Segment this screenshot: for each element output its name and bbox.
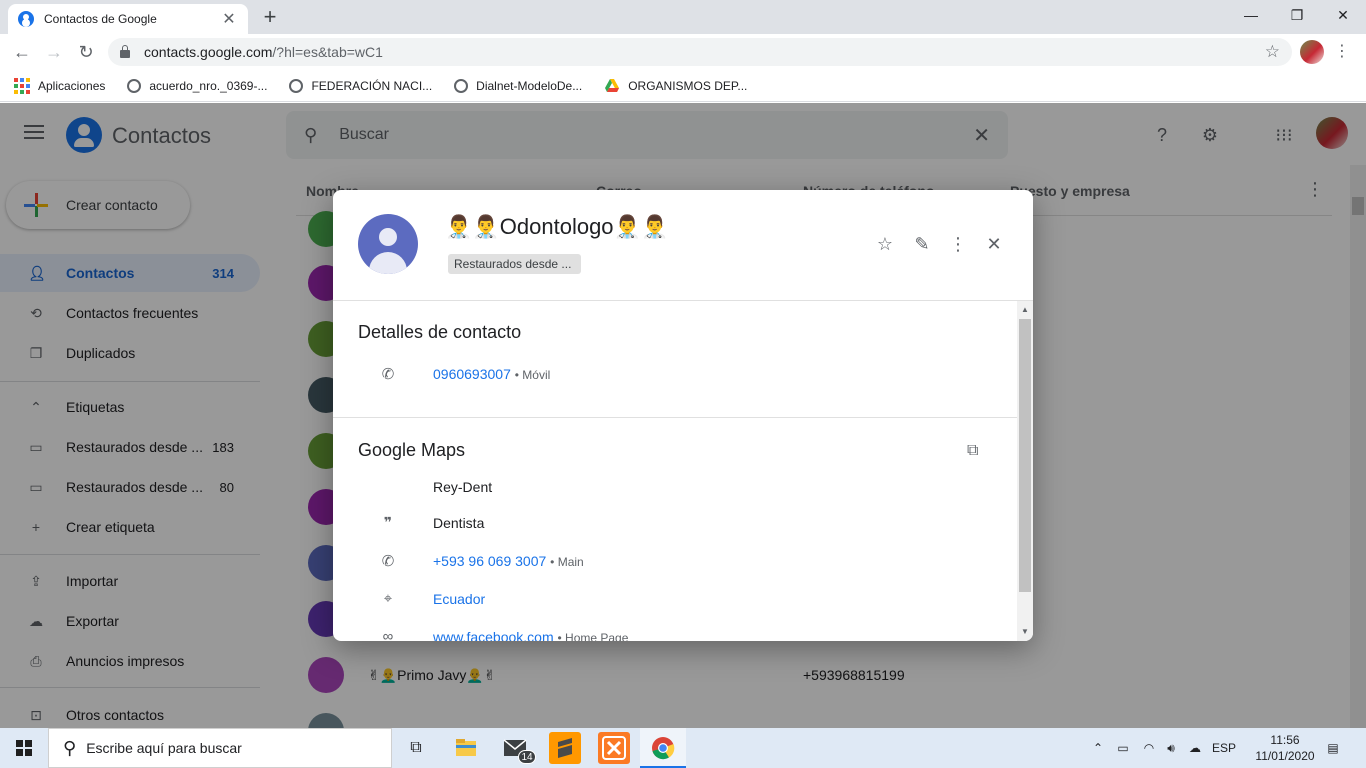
- maps-phone-link[interactable]: +593 96 069 3007: [433, 553, 546, 569]
- quote-icon: ❞: [383, 514, 393, 530]
- phone-icon: ✆: [381, 553, 395, 570]
- clock-time: 11:56: [1270, 733, 1300, 747]
- star-icon[interactable]: ☆: [873, 232, 897, 256]
- contact-name-heading: 👨‍⚕️👨‍⚕️Odontologo👨‍⚕️👨‍⚕️: [445, 214, 669, 239]
- volume-icon[interactable]: 🔊︎: [1160, 728, 1182, 768]
- section-heading-contact-details: Detalles de contacto: [358, 322, 522, 342]
- dialog-scrollbar-thumb[interactable]: [1019, 319, 1031, 592]
- label-chip[interactable]: Restaurados desde ...: [448, 254, 581, 274]
- forward-arrow-icon[interactable]: →: [42, 40, 66, 64]
- bookmark-label: FEDERACIÓN NACI...: [311, 78, 433, 93]
- taskbar-search-input[interactable]: ⚲ Escribe aquí para buscar: [48, 728, 392, 768]
- start-button[interactable]: [0, 728, 48, 768]
- dialog-scrollbar[interactable]: ▲ ▼: [1017, 301, 1033, 641]
- bookmark-label: Aplicaciones: [38, 78, 106, 93]
- contact-phone-row: 0960693007 • Móvil: [433, 366, 550, 382]
- phone-icon: ✆: [381, 366, 395, 383]
- tab-strip: Contactos de Google ✕ + — ❐ ✕: [0, 0, 1366, 34]
- task-view-icon[interactable]: ⧉: [400, 732, 432, 764]
- bookmark-label: Dialnet-ModeloDe...: [476, 78, 583, 93]
- system-clock[interactable]: 11:56 11/01/2020: [1246, 732, 1324, 764]
- file-explorer-icon[interactable]: [450, 732, 482, 764]
- bookmark-apps[interactable]: Aplicaciones: [14, 77, 106, 94]
- location-pin-icon: ⌖: [383, 590, 393, 607]
- maps-website-link[interactable]: www.facebook.com: [433, 629, 554, 641]
- edit-pencil-icon[interactable]: ✎: [910, 232, 934, 256]
- link-icon: ∞: [382, 628, 394, 641]
- bookmark-star-icon[interactable]: ☆: [1265, 42, 1280, 62]
- url-path: /?hl=es&tab=wC1: [272, 44, 383, 60]
- search-icon: ⚲: [63, 737, 77, 758]
- mail-icon[interactable]: 14: [500, 732, 536, 764]
- contacts-favicon-icon: [18, 11, 34, 27]
- contact-avatar-large: [358, 214, 418, 274]
- windows-taskbar: ⚲ Escribe aquí para buscar ⧉ 14 ⌃ ▭ ◠ 🔊︎…: [0, 728, 1366, 768]
- clock-date: 11/01/2020: [1255, 749, 1315, 763]
- scroll-down-arrow-icon[interactable]: ▼: [1017, 627, 1033, 636]
- bookmark-acuerdo[interactable]: acuerdo_nro._0369-...: [127, 78, 268, 93]
- address-bar[interactable]: contacts.google.com/?hl=es&tab=wC1 ☆: [108, 38, 1292, 66]
- dialog-header-divider: [333, 300, 1033, 301]
- url-host: contacts.google.com: [144, 44, 273, 60]
- contact-phone-link[interactable]: 0960693007: [433, 366, 511, 382]
- new-tab-button[interactable]: +: [258, 4, 282, 30]
- scroll-up-arrow-icon[interactable]: ▲: [1017, 305, 1033, 314]
- network-icon[interactable]: ◠: [1138, 728, 1160, 768]
- drive-icon: [604, 78, 620, 94]
- bookmark-dialnet[interactable]: Dialnet-ModeloDe...: [454, 78, 583, 93]
- xampp-icon[interactable]: [598, 732, 630, 764]
- apps-grid-icon: [14, 77, 30, 94]
- taskbar-search-placeholder: Escribe aquí para buscar: [86, 740, 242, 756]
- phone-type: • Móvil: [514, 368, 551, 382]
- open-external-icon[interactable]: ⧉: [967, 442, 978, 460]
- chrome-taskbar-icon[interactable]: [640, 728, 686, 768]
- bookmark-federacion[interactable]: FEDERACIÓN NACI...: [289, 78, 433, 93]
- window-close-button[interactable]: ✕: [1320, 0, 1366, 30]
- globe-icon: [454, 78, 469, 93]
- notifications-icon[interactable]: ▤: [1322, 728, 1344, 768]
- section-heading-google-maps: Google Maps: [358, 440, 466, 460]
- more-options-icon[interactable]: ⋮: [946, 232, 970, 256]
- maps-phone-type: • Main: [550, 555, 584, 569]
- back-arrow-icon[interactable]: ←: [10, 40, 34, 64]
- section-divider: [333, 417, 1017, 418]
- tray-chevron-up-icon[interactable]: ⌃: [1088, 728, 1108, 768]
- chrome-profile-avatar[interactable]: [1300, 40, 1324, 64]
- onedrive-icon[interactable]: ☁: [1184, 728, 1206, 768]
- bookmark-label: acuerdo_nro._0369-...: [149, 78, 268, 93]
- battery-icon[interactable]: ▭: [1112, 728, 1134, 768]
- globe-icon: [127, 78, 142, 93]
- tab-title: Contactos de Google: [44, 12, 157, 26]
- mail-badge: 14: [518, 750, 536, 764]
- website-type: • Home Page: [557, 631, 629, 641]
- minimize-button[interactable]: —: [1228, 0, 1274, 30]
- globe-icon: [289, 78, 304, 93]
- maps-phone-row: +593 96 069 3007 • Main: [433, 553, 584, 569]
- bookmarks-bar: Aplicaciones acuerdo_nro._0369-... FEDER…: [0, 70, 1366, 102]
- contact-detail-dialog: 👨‍⚕️👨‍⚕️Odontologo👨‍⚕️👨‍⚕️ Restaurados d…: [333, 190, 1033, 641]
- maps-location-link[interactable]: Ecuador: [433, 591, 485, 607]
- close-icon[interactable]: ✕: [982, 232, 1006, 256]
- language-indicator[interactable]: ESP: [1210, 728, 1238, 768]
- restore-button[interactable]: ❐: [1274, 0, 1320, 30]
- maps-business-name: Rey-Dent: [433, 479, 493, 495]
- chrome-menu-icon[interactable]: ⋮: [1334, 40, 1350, 64]
- browser-tab[interactable]: Contactos de Google ✕: [8, 4, 248, 34]
- bookmark-organismos[interactable]: ORGANISMOS DEP...: [604, 78, 747, 94]
- sublime-text-icon[interactable]: [549, 732, 581, 764]
- reload-icon[interactable]: ↻: [74, 40, 98, 64]
- maps-website-row: www.facebook.com • Home Page: [433, 629, 628, 641]
- maps-category: Dentista: [433, 515, 485, 531]
- tab-close-icon[interactable]: ✕: [220, 9, 238, 29]
- windows-logo-icon: [16, 740, 32, 756]
- lock-icon: [120, 45, 130, 58]
- bookmark-label: ORGANISMOS DEP...: [628, 78, 748, 93]
